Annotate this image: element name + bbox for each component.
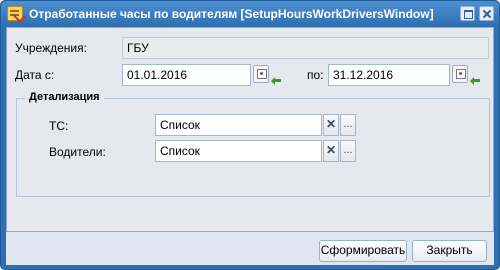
institution-label: Учреждения: <box>15 41 87 55</box>
clear-icon[interactable]: ✕ <box>323 114 339 136</box>
arrow-left-icon[interactable] <box>470 77 480 85</box>
generate-button[interactable]: Сформировать <box>319 240 407 262</box>
dialog-window: Отработанные часы по водителям [SetupHou… <box>0 0 500 270</box>
date-from-label: Дата с: <box>15 68 55 82</box>
calendar-icon[interactable] <box>452 65 468 83</box>
calendar-icon[interactable] <box>253 65 269 83</box>
drivers-label: Водители: <box>49 145 106 159</box>
drivers-field[interactable]: Список <box>155 140 322 162</box>
date-from-field[interactable]: 01.01.2016 <box>122 64 251 86</box>
clear-icon[interactable]: ✕ <box>323 140 339 162</box>
vehicles-label: ТС: <box>49 119 69 133</box>
maximize-icon[interactable] <box>460 6 475 21</box>
footer-bar: Сформировать Закрыть <box>6 232 494 265</box>
details-legend: Детализация <box>25 91 104 103</box>
close-icon[interactable] <box>479 6 494 21</box>
window-title: Отработанные часы по водителям [SetupHou… <box>29 7 434 21</box>
close-button[interactable]: Закрыть <box>412 240 487 262</box>
institution-field[interactable]: ГБУ <box>122 37 489 59</box>
arrow-left-icon[interactable] <box>271 77 281 85</box>
select-button[interactable]: ... <box>340 140 356 162</box>
form-panel: Учреждения: ГБУ Дата с: 01.01.2016 по: 3… <box>6 27 494 232</box>
date-to-field[interactable]: 31.12.2016 <box>328 64 450 86</box>
date-to-label: по: <box>307 68 324 82</box>
vehicles-field[interactable]: Список <box>155 114 322 136</box>
select-button[interactable]: ... <box>340 114 356 136</box>
title-bar[interactable]: Отработанные часы по водителям [SetupHou… <box>1 1 499 27</box>
report-icon <box>7 6 23 21</box>
